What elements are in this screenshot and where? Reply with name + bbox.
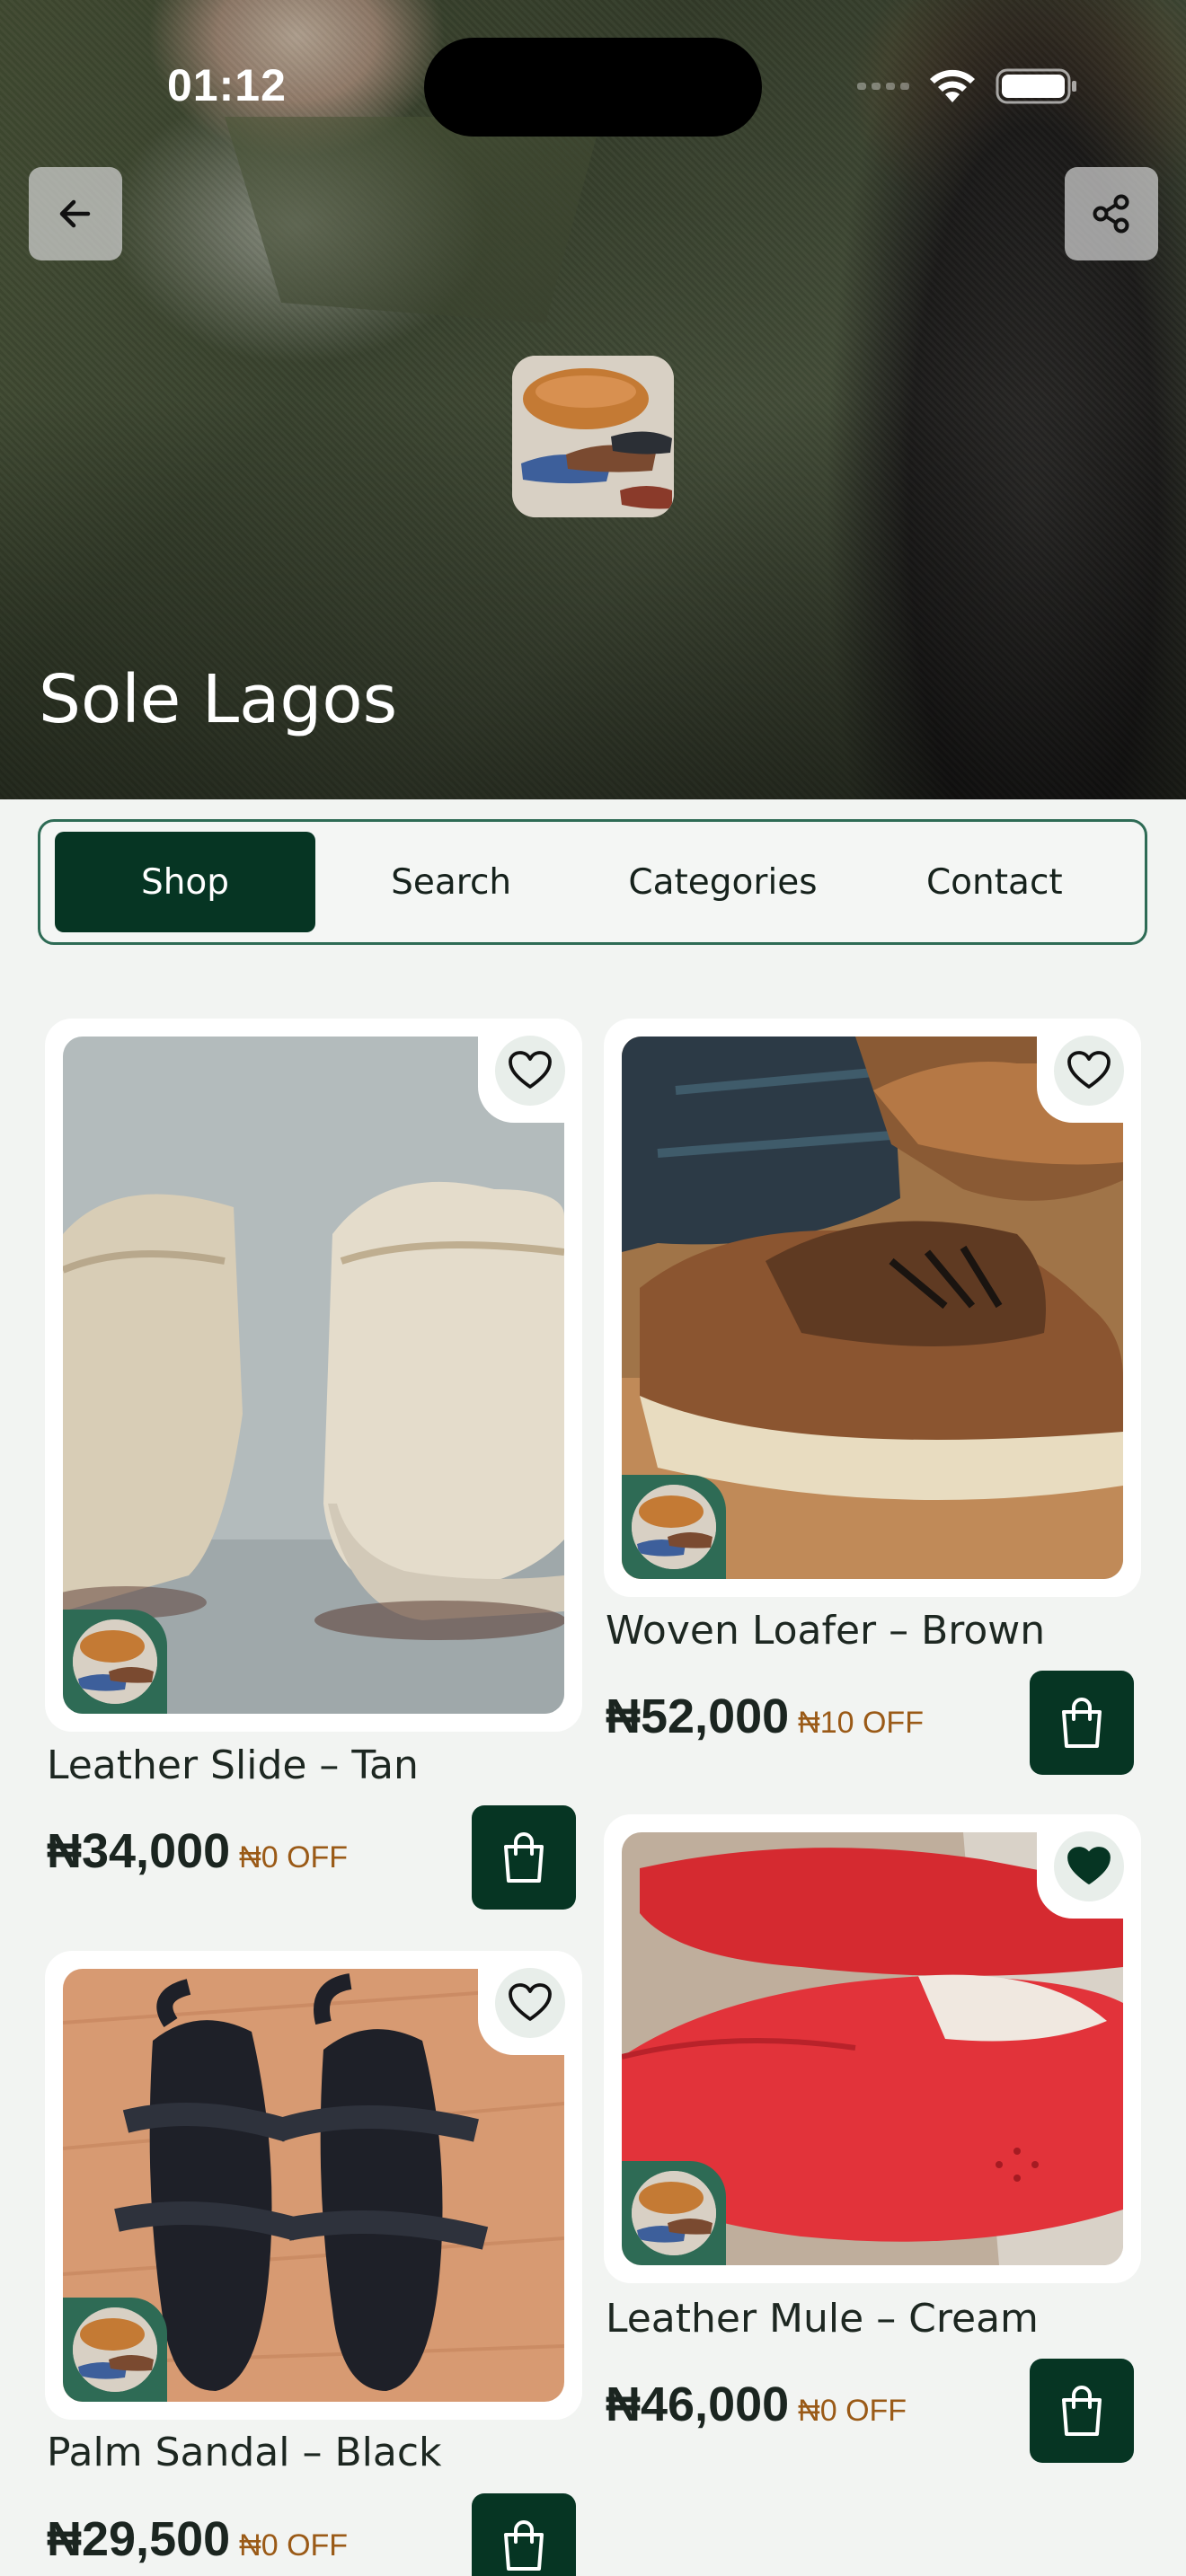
heart-filled-icon [1067,1847,1111,1884]
product-price-row: ₦29,500 ₦0 OFF [47,2511,348,2567]
favorite-button[interactable] [478,1951,582,2055]
heart-outline-icon [509,1051,552,1089]
product-discount: ₦0 OFF [239,2528,349,2563]
product-card[interactable] [45,1019,582,1732]
product-price-row: ₦46,000 ₦0 OFF [606,2377,907,2432]
tab-contact[interactable]: Contact [859,832,1130,932]
signal-dots-icon [857,83,909,90]
product-price: ₦34,000 [47,1824,231,1878]
hero-photo-detail [225,117,602,323]
product-name[interactable]: Palm Sandal – Black [47,2430,442,2475]
product-price: ₦52,000 [606,1689,790,1743]
product-card[interactable] [604,1814,1141,2283]
tab-search[interactable]: Search [315,832,587,932]
product-name[interactable]: Woven Loafer – Brown [606,1608,1045,1654]
shopping-bag-icon [1062,1698,1102,1748]
seller-avatar [632,1485,716,1569]
battery-icon [996,68,1076,104]
favorite-button[interactable] [478,1019,582,1123]
product-card[interactable] [45,1951,582,2420]
product-card[interactable] [604,1019,1141,1597]
product-price: ₦46,000 [606,2378,790,2431]
store-logo [512,356,674,517]
add-to-cart-button[interactable] [472,2493,576,2576]
product-price-row: ₦52,000 ₦10 OFF [606,1689,924,1744]
store-name-title: Sole Lagos [39,661,398,738]
favorite-button[interactable] [1037,1814,1141,1919]
product-price-row: ₦34,000 ₦0 OFF [47,1823,348,1879]
product-name[interactable]: Leather Mule – Cream [606,2296,1039,2342]
shopping-bag-icon [1062,2386,1102,2436]
back-button[interactable] [29,167,122,260]
dynamic-island [424,38,762,137]
store-tab-bar: Shop Search Categories Contact [38,819,1147,945]
product-name[interactable]: Leather Slide – Tan [47,1742,419,1788]
status-bar-time: 01:12 [167,60,287,110]
arrow-left-icon [59,199,91,228]
shopping-bag-icon [504,1832,544,1883]
seller-avatar-badge [63,1610,167,1714]
tab-categories[interactable]: Categories [587,832,858,932]
add-to-cart-button[interactable] [472,1805,576,1910]
product-discount: ₦0 OFF [239,1840,349,1875]
seller-avatar [73,2307,157,2392]
share-button[interactable] [1065,167,1158,260]
add-to-cart-button[interactable] [1030,2359,1134,2463]
heart-outline-icon [1067,1051,1111,1089]
product-price: ₦29,500 [47,2512,231,2566]
seller-avatar-badge [63,2298,167,2402]
shopping-bag-icon [504,2520,544,2571]
seller-avatar [73,1619,157,1704]
share-icon [1093,194,1129,234]
heart-outline-icon [509,1983,552,2021]
wifi-icon [930,69,975,102]
tab-shop[interactable]: Shop [55,832,315,932]
status-bar-icons [857,66,1078,106]
product-discount: ₦10 OFF [798,1706,924,1740]
add-to-cart-button[interactable] [1030,1671,1134,1775]
product-discount: ₦0 OFF [798,2394,907,2428]
seller-avatar-badge [622,2161,726,2265]
favorite-button[interactable] [1037,1019,1141,1123]
seller-avatar [632,2171,716,2255]
seller-avatar-badge [622,1475,726,1579]
